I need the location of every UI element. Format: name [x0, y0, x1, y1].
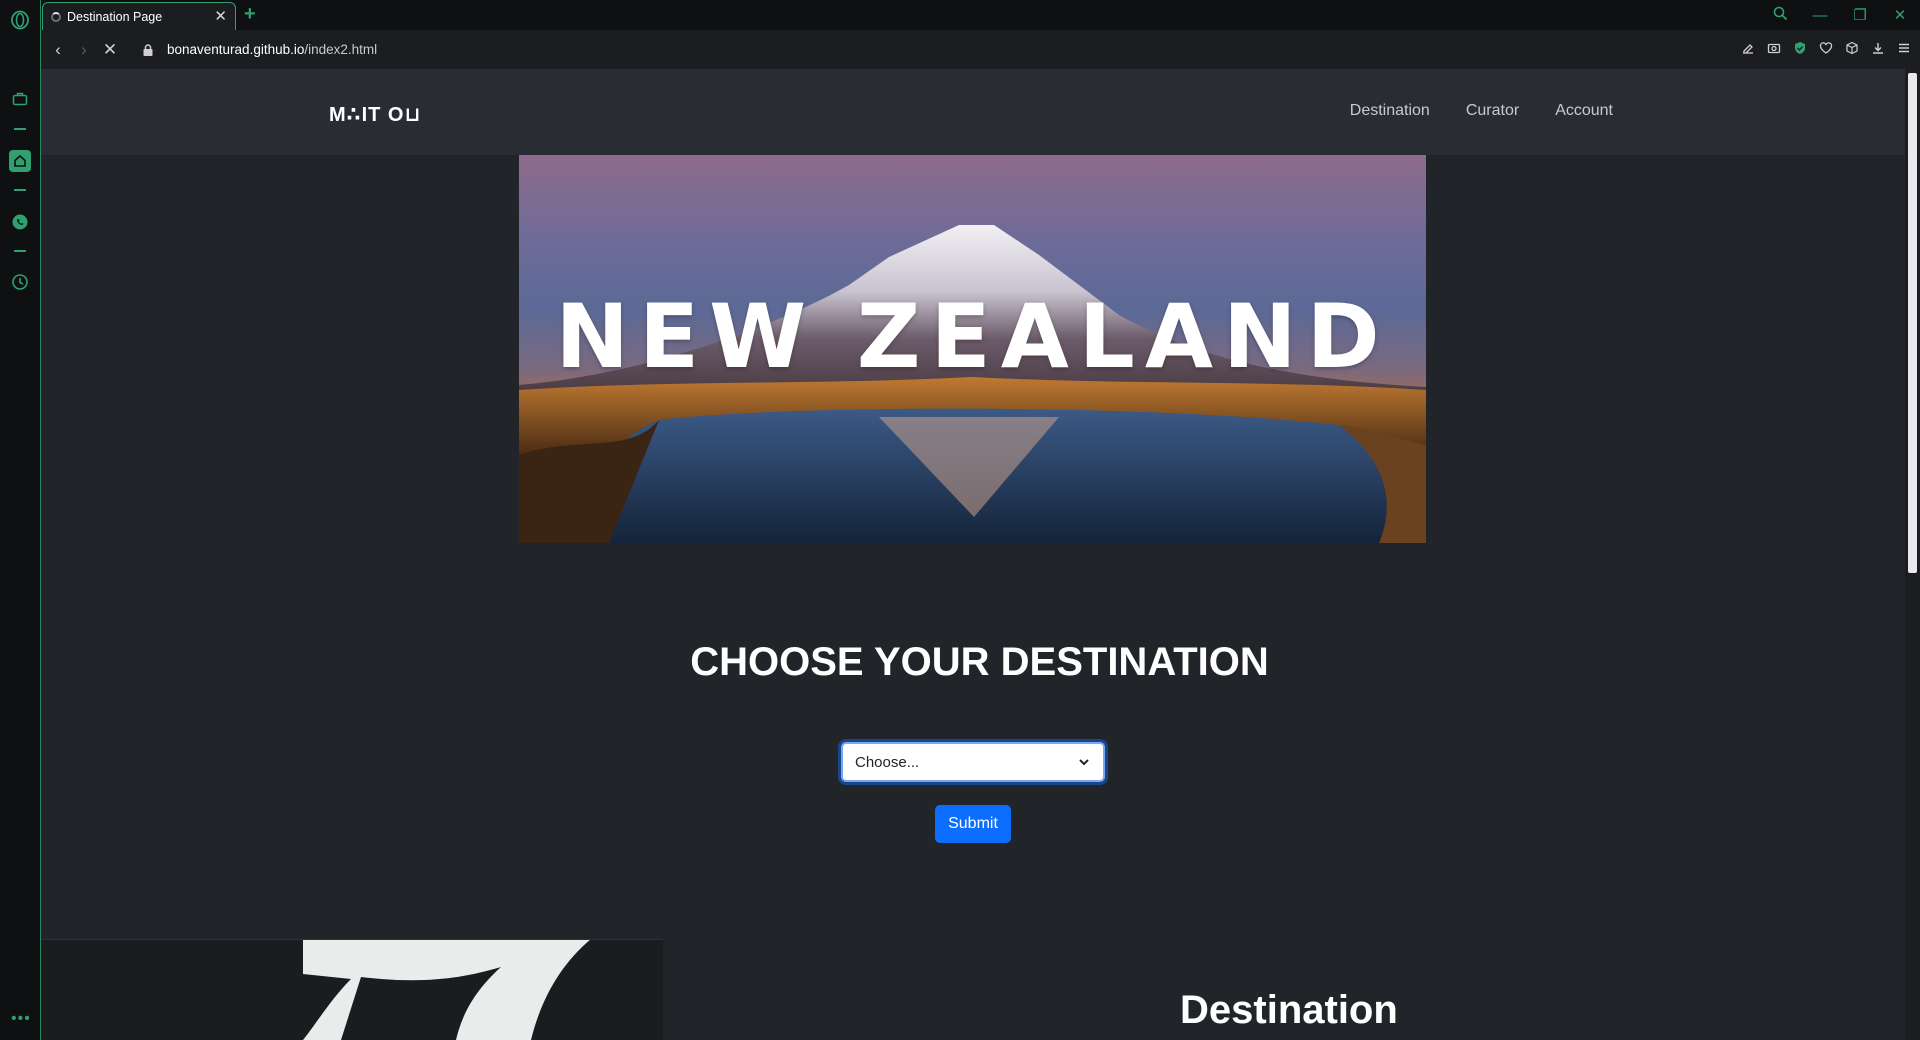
url-path: /index2.html — [304, 42, 378, 57]
url-field[interactable]: bonaventurad.github.io/index2.html — [167, 42, 377, 57]
submit-button[interactable]: Submit — [935, 805, 1011, 843]
window-controls: — ❐ ✕ — [1760, 0, 1920, 30]
sidebar-separator — [14, 128, 26, 130]
briefcase-icon[interactable] — [9, 88, 31, 110]
chevron-down-icon — [1079, 759, 1089, 766]
shield-icon[interactable] — [1790, 41, 1810, 58]
scrollbar-thumb[interactable] — [1908, 73, 1917, 573]
address-bar-tools — [1738, 30, 1914, 69]
browser-sidebar: ••• — [0, 0, 41, 1040]
choose-destination-heading: CHOOSE YOUR DESTINATION — [690, 640, 1269, 684]
browser-window: ••• Destination Page ✕ + — ❐ ✕ ‹ › ✕ bon… — [0, 0, 1920, 1040]
whatsapp-icon[interactable] — [9, 211, 31, 233]
menu-icon[interactable] — [1894, 41, 1914, 58]
hero-banner: NEW ZEALAND — [519, 155, 1426, 543]
stop-button[interactable]: ✕ — [97, 40, 123, 60]
clock-icon[interactable] — [9, 271, 31, 293]
tab-strip: Destination Page ✕ + — ❐ ✕ — [41, 0, 1920, 30]
new-tab-button[interactable]: + — [244, 3, 256, 26]
lock-icon[interactable] — [141, 43, 155, 57]
nav-links: Destination Curator Account — [1350, 102, 1613, 120]
camera-icon[interactable] — [1764, 41, 1784, 58]
close-window-button[interactable]: ✕ — [1880, 6, 1920, 24]
destination-select[interactable]: Choose... — [841, 742, 1105, 782]
search-icon[interactable] — [1760, 6, 1800, 25]
abstract-shape-image — [303, 939, 591, 1040]
nav-curator-link[interactable]: Curator — [1466, 102, 1519, 120]
address-bar: ‹ › ✕ bonaventurad.github.io/index2.html — [41, 30, 1920, 69]
home-icon[interactable] — [9, 150, 31, 172]
heart-icon[interactable] — [1816, 41, 1836, 58]
destination-section-heading: Destination — [1180, 988, 1398, 1032]
sidebar-separator — [14, 189, 26, 191]
sidebar-separator — [14, 250, 26, 252]
url-host: bonaventurad.github.io — [167, 42, 305, 57]
loading-spinner-icon — [51, 11, 61, 22]
page-viewport: M∴IT O⊔ Destination Curator Account NEW … — [41, 69, 1905, 1040]
tab-title: Destination Page — [67, 9, 163, 24]
site-logo[interactable]: M∴IT O⊔ — [329, 102, 421, 127]
destination-image — [41, 939, 663, 1040]
more-icon[interactable]: ••• — [11, 1010, 31, 1028]
download-icon[interactable] — [1868, 41, 1888, 58]
back-button[interactable]: ‹ — [45, 40, 71, 60]
nav-destination-link[interactable]: Destination — [1350, 102, 1430, 120]
site-navbar: M∴IT O⊔ Destination Curator Account — [41, 69, 1905, 155]
snapshot-icon[interactable] — [1738, 41, 1758, 58]
nav-account-link[interactable]: Account — [1555, 102, 1613, 120]
select-value: Choose... — [855, 753, 920, 771]
cube-icon[interactable] — [1842, 41, 1862, 58]
minimize-button[interactable]: — — [1800, 7, 1840, 24]
section-divider — [41, 939, 663, 940]
opera-logo-icon[interactable] — [9, 9, 31, 31]
restore-button[interactable]: ❐ — [1840, 6, 1880, 24]
forward-button[interactable]: › — [71, 40, 97, 60]
hero-title: NEW ZEALAND — [555, 285, 1390, 388]
tab-destination-page[interactable]: Destination Page ✕ — [42, 2, 236, 30]
close-tab-icon[interactable]: ✕ — [214, 9, 227, 24]
page-scrollbar[interactable] — [1905, 69, 1920, 1040]
